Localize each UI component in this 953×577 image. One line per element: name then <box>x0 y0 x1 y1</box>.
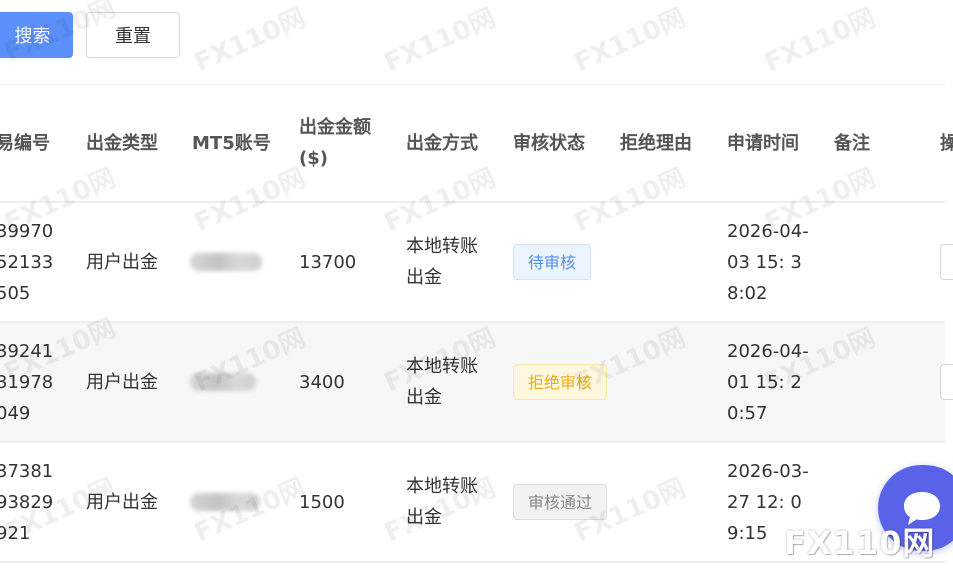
cell-status: 待审核 <box>513 203 592 321</box>
id-line: 31978 <box>0 371 54 393</box>
watermark: FX110网 <box>190 3 311 79</box>
col-header-withdrawal-type: 出金类型 <box>86 132 158 154</box>
action-button[interactable] <box>940 364 953 400</box>
id-line: 049 <box>0 402 31 424</box>
cell-mt5-account <box>190 443 260 561</box>
cell-amount: 1500 <box>299 491 345 513</box>
col-header-transaction-id: 易编号 <box>0 132 50 154</box>
cell-mt5-account <box>190 203 262 321</box>
watermark: FX110网 <box>760 3 881 79</box>
cell-status: 审核通过 <box>513 443 608 561</box>
cell-transaction-id: 39241 31978 049 <box>0 323 53 441</box>
method-line: 出金 <box>406 267 442 288</box>
status-badge: 拒绝审核 <box>513 364 608 400</box>
reset-button[interactable]: 重置 <box>86 12 180 58</box>
time-line: 01 15: 2 <box>727 371 802 393</box>
withdrawal-records-page: 搜索 重置 易编号 出金类型 MT5账号 出金金额 ($) 出金方式 审核状态 … <box>0 0 953 577</box>
id-line: 37381 <box>0 460 54 482</box>
action-button[interactable] <box>940 244 953 280</box>
blurred-account-number <box>190 493 260 511</box>
search-button[interactable]: 搜索 <box>0 12 73 58</box>
status-badge: 审核通过 <box>513 484 608 520</box>
status-badge: 待审核 <box>513 244 592 280</box>
table-row: 39970 52133 505 用户出金 13700 本地转账 出金 待审核 2… <box>0 201 953 321</box>
id-line: 93829 <box>0 491 54 513</box>
id-line: 921 <box>0 522 31 544</box>
time-line: 8:02 <box>727 282 768 304</box>
watermark: FX110网 <box>380 3 501 79</box>
method-line: 本地转账 <box>406 476 478 497</box>
cell-amount: 13700 <box>299 251 357 273</box>
cell-actions <box>940 203 953 321</box>
cell-transaction-id: 37381 93829 921 <box>0 443 53 561</box>
time-line: 2026-04- <box>727 220 809 242</box>
time-line: 2026-03- <box>727 460 809 482</box>
cell-method: 本地转账 出金 <box>406 323 478 441</box>
time-line: 03 15: 3 <box>727 251 802 273</box>
cell-transaction-id: 39970 52133 505 <box>0 203 53 321</box>
id-line: 52133 <box>0 251 54 273</box>
col-header-status: 审核状态 <box>513 132 585 154</box>
method-line: 本地转账 <box>406 356 478 377</box>
col-header-amount-unit: ($) <box>299 148 328 169</box>
cell-amount: 3400 <box>299 371 345 393</box>
cell-apply-time: 2026-04- 03 15: 3 8:02 <box>727 203 809 321</box>
col-header-mt5-account: MT5账号 <box>192 132 271 154</box>
cell-mt5-account <box>190 323 256 441</box>
blurred-account-number <box>190 253 262 271</box>
cell-apply-time: 2026-04- 01 15: 2 0:57 <box>727 323 809 441</box>
table-header: 易编号 出金类型 MT5账号 出金金额 ($) 出金方式 审核状态 拒绝理由 申… <box>0 85 953 201</box>
cell-method: 本地转账 出金 <box>406 443 478 561</box>
cell-status: 拒绝审核 <box>513 323 608 441</box>
blurred-account-number <box>190 373 256 391</box>
id-line: 505 <box>0 282 31 304</box>
time-line: 27 12: 0 <box>727 491 802 513</box>
id-line: 39970 <box>0 220 54 242</box>
time-line: 2026-04- <box>727 340 809 362</box>
time-line: 0:57 <box>727 402 768 424</box>
method-line: 出金 <box>406 387 442 408</box>
method-line: 出金 <box>406 507 442 528</box>
id-line: 39241 <box>0 340 54 362</box>
watermark: FX110网 <box>570 3 691 79</box>
table-row: 39241 31978 049 用户出金 3400 本地转账 出金 拒绝审核 2… <box>0 321 953 441</box>
cell-actions <box>940 323 953 441</box>
withdrawal-table: 易编号 出金类型 MT5账号 出金金额 ($) 出金方式 审核状态 拒绝理由 申… <box>0 85 953 561</box>
col-header-method: 出金方式 <box>406 132 478 154</box>
col-header-actions: 操 <box>940 132 953 154</box>
col-header-amount-label: 出金金额 <box>299 117 371 138</box>
col-header-note: 备注 <box>834 132 870 154</box>
cell-withdrawal-type: 用户出金 <box>86 251 158 273</box>
cell-withdrawal-type: 用户出金 <box>86 371 158 393</box>
fx110-logo-watermark: FX110网 <box>784 524 936 562</box>
method-line: 本地转账 <box>406 236 478 257</box>
cell-method: 本地转账 出金 <box>406 203 478 321</box>
cell-withdrawal-type: 用户出金 <box>86 491 158 513</box>
col-header-amount: 出金金额 ($) <box>299 85 371 201</box>
col-header-reject-reason: 拒绝理由 <box>620 132 692 154</box>
col-header-apply-time: 申请时间 <box>727 132 799 154</box>
